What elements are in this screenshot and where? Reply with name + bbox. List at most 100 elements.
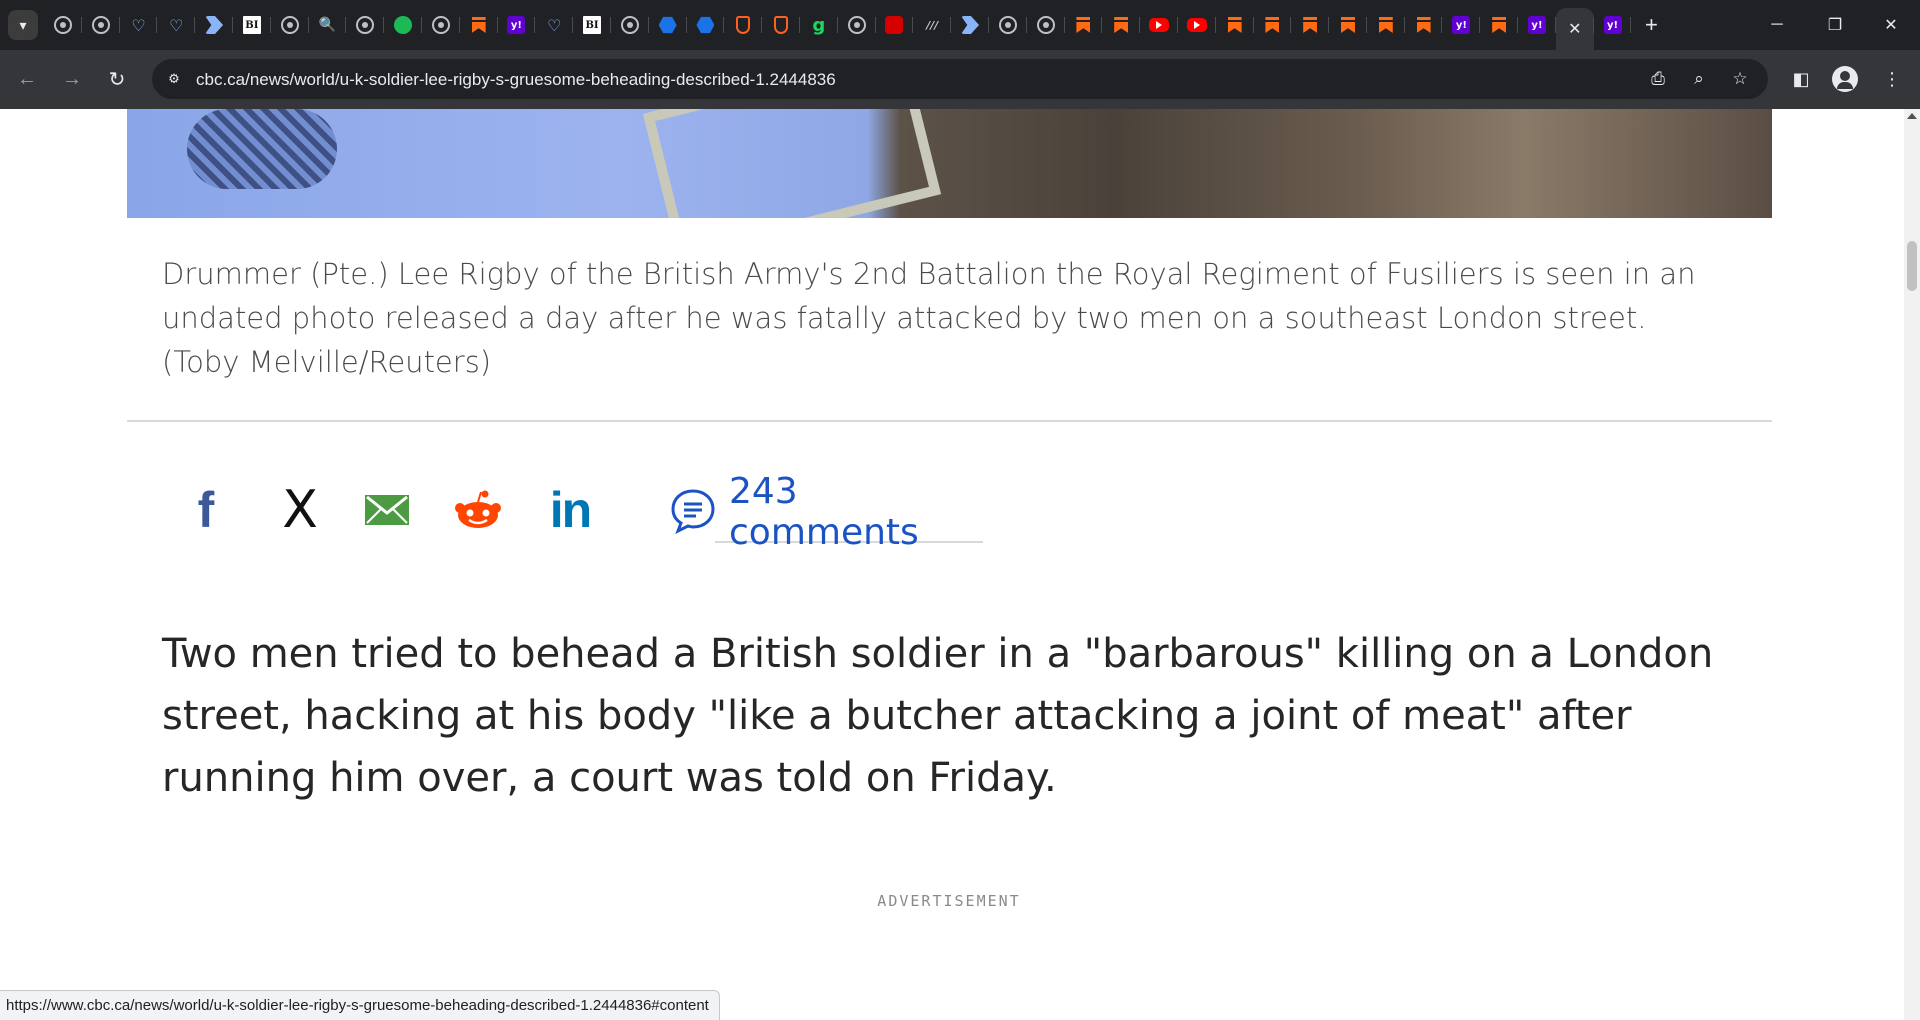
- youtube-icon: [1149, 18, 1169, 32]
- tab[interactable]: BI: [233, 8, 271, 42]
- bookmark-icon: [1226, 16, 1244, 34]
- heart-icon: ♡: [547, 15, 562, 35]
- red-app-icon: [885, 16, 904, 34]
- forward-button[interactable]: →: [57, 64, 87, 94]
- address-bar[interactable]: ⚙ cbc.ca/news/world/u-k-soldier-lee-rigb…: [152, 59, 1768, 99]
- tab[interactable]: y!: [1594, 8, 1632, 42]
- tab[interactable]: [1065, 8, 1103, 42]
- tab[interactable]: [1480, 8, 1518, 42]
- tab[interactable]: [1291, 8, 1329, 42]
- tab-active[interactable]: ✕: [1555, 8, 1594, 50]
- tab[interactable]: [1329, 8, 1367, 42]
- zoom-icon[interactable]: ⌕: [1687, 68, 1711, 90]
- minimize-button[interactable]: ─: [1748, 0, 1806, 50]
- side-panel-icon[interactable]: ◧: [1787, 65, 1815, 93]
- tab[interactable]: ♡: [535, 8, 573, 42]
- tab[interactable]: [82, 8, 120, 42]
- tab[interactable]: [611, 8, 649, 42]
- business-insider-icon: BI: [583, 16, 602, 34]
- tab[interactable]: [762, 8, 800, 42]
- tab[interactable]: [989, 8, 1027, 42]
- tab[interactable]: ♡: [120, 8, 158, 42]
- close-window-button[interactable]: ✕: [1862, 0, 1920, 50]
- tab[interactable]: [951, 8, 989, 42]
- scroll-up-arrow-icon[interactable]: [1907, 113, 1917, 119]
- hex-icon: [658, 16, 677, 34]
- mail-icon: [365, 495, 409, 525]
- tab[interactable]: [346, 8, 384, 42]
- new-tab-button[interactable]: +: [1631, 8, 1671, 42]
- bookmark-icon: [1415, 16, 1433, 34]
- tab[interactable]: 🔍: [309, 8, 347, 42]
- x-icon: X: [282, 480, 318, 540]
- facebook-icon: f: [197, 482, 215, 538]
- arrow-right-icon: →: [62, 67, 82, 90]
- bookmark-icon: [1112, 16, 1130, 34]
- close-icon: ✕: [1884, 17, 1898, 34]
- tab[interactable]: [44, 8, 82, 42]
- tab[interactable]: [649, 8, 687, 42]
- tab[interactable]: y!: [1518, 8, 1556, 42]
- globe-icon: [1036, 16, 1055, 34]
- tab[interactable]: g: [800, 8, 838, 42]
- tab[interactable]: [1102, 8, 1140, 42]
- heart-icon: ♡: [131, 15, 146, 35]
- tab[interactable]: [1405, 8, 1443, 42]
- tab[interactable]: BI: [573, 8, 611, 42]
- bookmark-icon: [1339, 16, 1357, 34]
- tab[interactable]: y!: [498, 8, 536, 42]
- photo-frame: [642, 109, 942, 218]
- tab[interactable]: [422, 8, 460, 42]
- tab[interactable]: [271, 8, 309, 42]
- tab[interactable]: [1216, 8, 1254, 42]
- page-scrollbar[interactable]: [1904, 109, 1920, 1020]
- tab[interactable]: [1178, 8, 1216, 42]
- tab[interactable]: y!: [1442, 8, 1481, 42]
- tab-search-button[interactable]: ▾: [8, 10, 38, 40]
- x-share-button[interactable]: X: [278, 480, 322, 540]
- linkedin-share-button[interactable]: in: [545, 480, 595, 540]
- tab[interactable]: [384, 8, 422, 42]
- yahoo-icon: y!: [507, 16, 526, 34]
- reload-button[interactable]: ↻: [102, 64, 132, 94]
- tab[interactable]: [1254, 8, 1292, 42]
- tab[interactable]: [460, 8, 498, 42]
- tab[interactable]: ♡: [157, 8, 195, 42]
- tab[interactable]: [1140, 8, 1178, 42]
- reddit-share-button[interactable]: [455, 480, 501, 540]
- comments-icon[interactable]: [670, 488, 716, 534]
- tab[interactable]: [838, 8, 876, 42]
- restore-button[interactable]: ❐: [1806, 0, 1864, 50]
- tab[interactable]: [1367, 8, 1405, 42]
- bookmark-icon: [1074, 16, 1092, 34]
- url-text[interactable]: cbc.ca/news/world/u-k-soldier-lee-rigby-…: [196, 70, 836, 90]
- close-tab-icon[interactable]: ✕: [1568, 19, 1581, 39]
- scrollbar-thumb[interactable]: [1907, 241, 1917, 291]
- bookmark-icon: [1263, 16, 1281, 34]
- tab[interactable]: ///: [913, 8, 951, 42]
- tab[interactable]: [724, 8, 762, 42]
- install-app-icon[interactable]: ⎙: [1646, 68, 1670, 90]
- play-icon: [394, 16, 413, 34]
- menu-kebab-icon[interactable]: ⋮: [1878, 65, 1906, 93]
- bookmark-star-icon[interactable]: ☆: [1728, 68, 1752, 90]
- site-info-icon[interactable]: ⚙: [164, 69, 184, 89]
- search-icon: 🔍: [318, 17, 337, 33]
- email-share-button[interactable]: [364, 480, 410, 540]
- reload-icon: ↻: [108, 68, 126, 91]
- tab[interactable]: [1027, 8, 1065, 42]
- bookmark-icon: [1301, 16, 1319, 34]
- profile-avatar[interactable]: [1832, 66, 1858, 92]
- italic-text-icon: ///: [926, 18, 939, 32]
- tab[interactable]: [687, 8, 725, 42]
- globe-icon: [847, 16, 866, 34]
- yahoo-icon: y!: [1452, 16, 1471, 34]
- back-button[interactable]: ←: [12, 64, 42, 94]
- facebook-share-button[interactable]: f: [185, 480, 227, 540]
- tab[interactable]: [876, 8, 914, 42]
- comments-link[interactable]: 243 comments: [715, 471, 983, 553]
- divider: [127, 420, 1772, 422]
- arrow-icon: [961, 16, 980, 34]
- photo-caption: Drummer (Pte.) Lee Rigby of the British …: [162, 257, 1696, 379]
- tab[interactable]: [195, 8, 233, 42]
